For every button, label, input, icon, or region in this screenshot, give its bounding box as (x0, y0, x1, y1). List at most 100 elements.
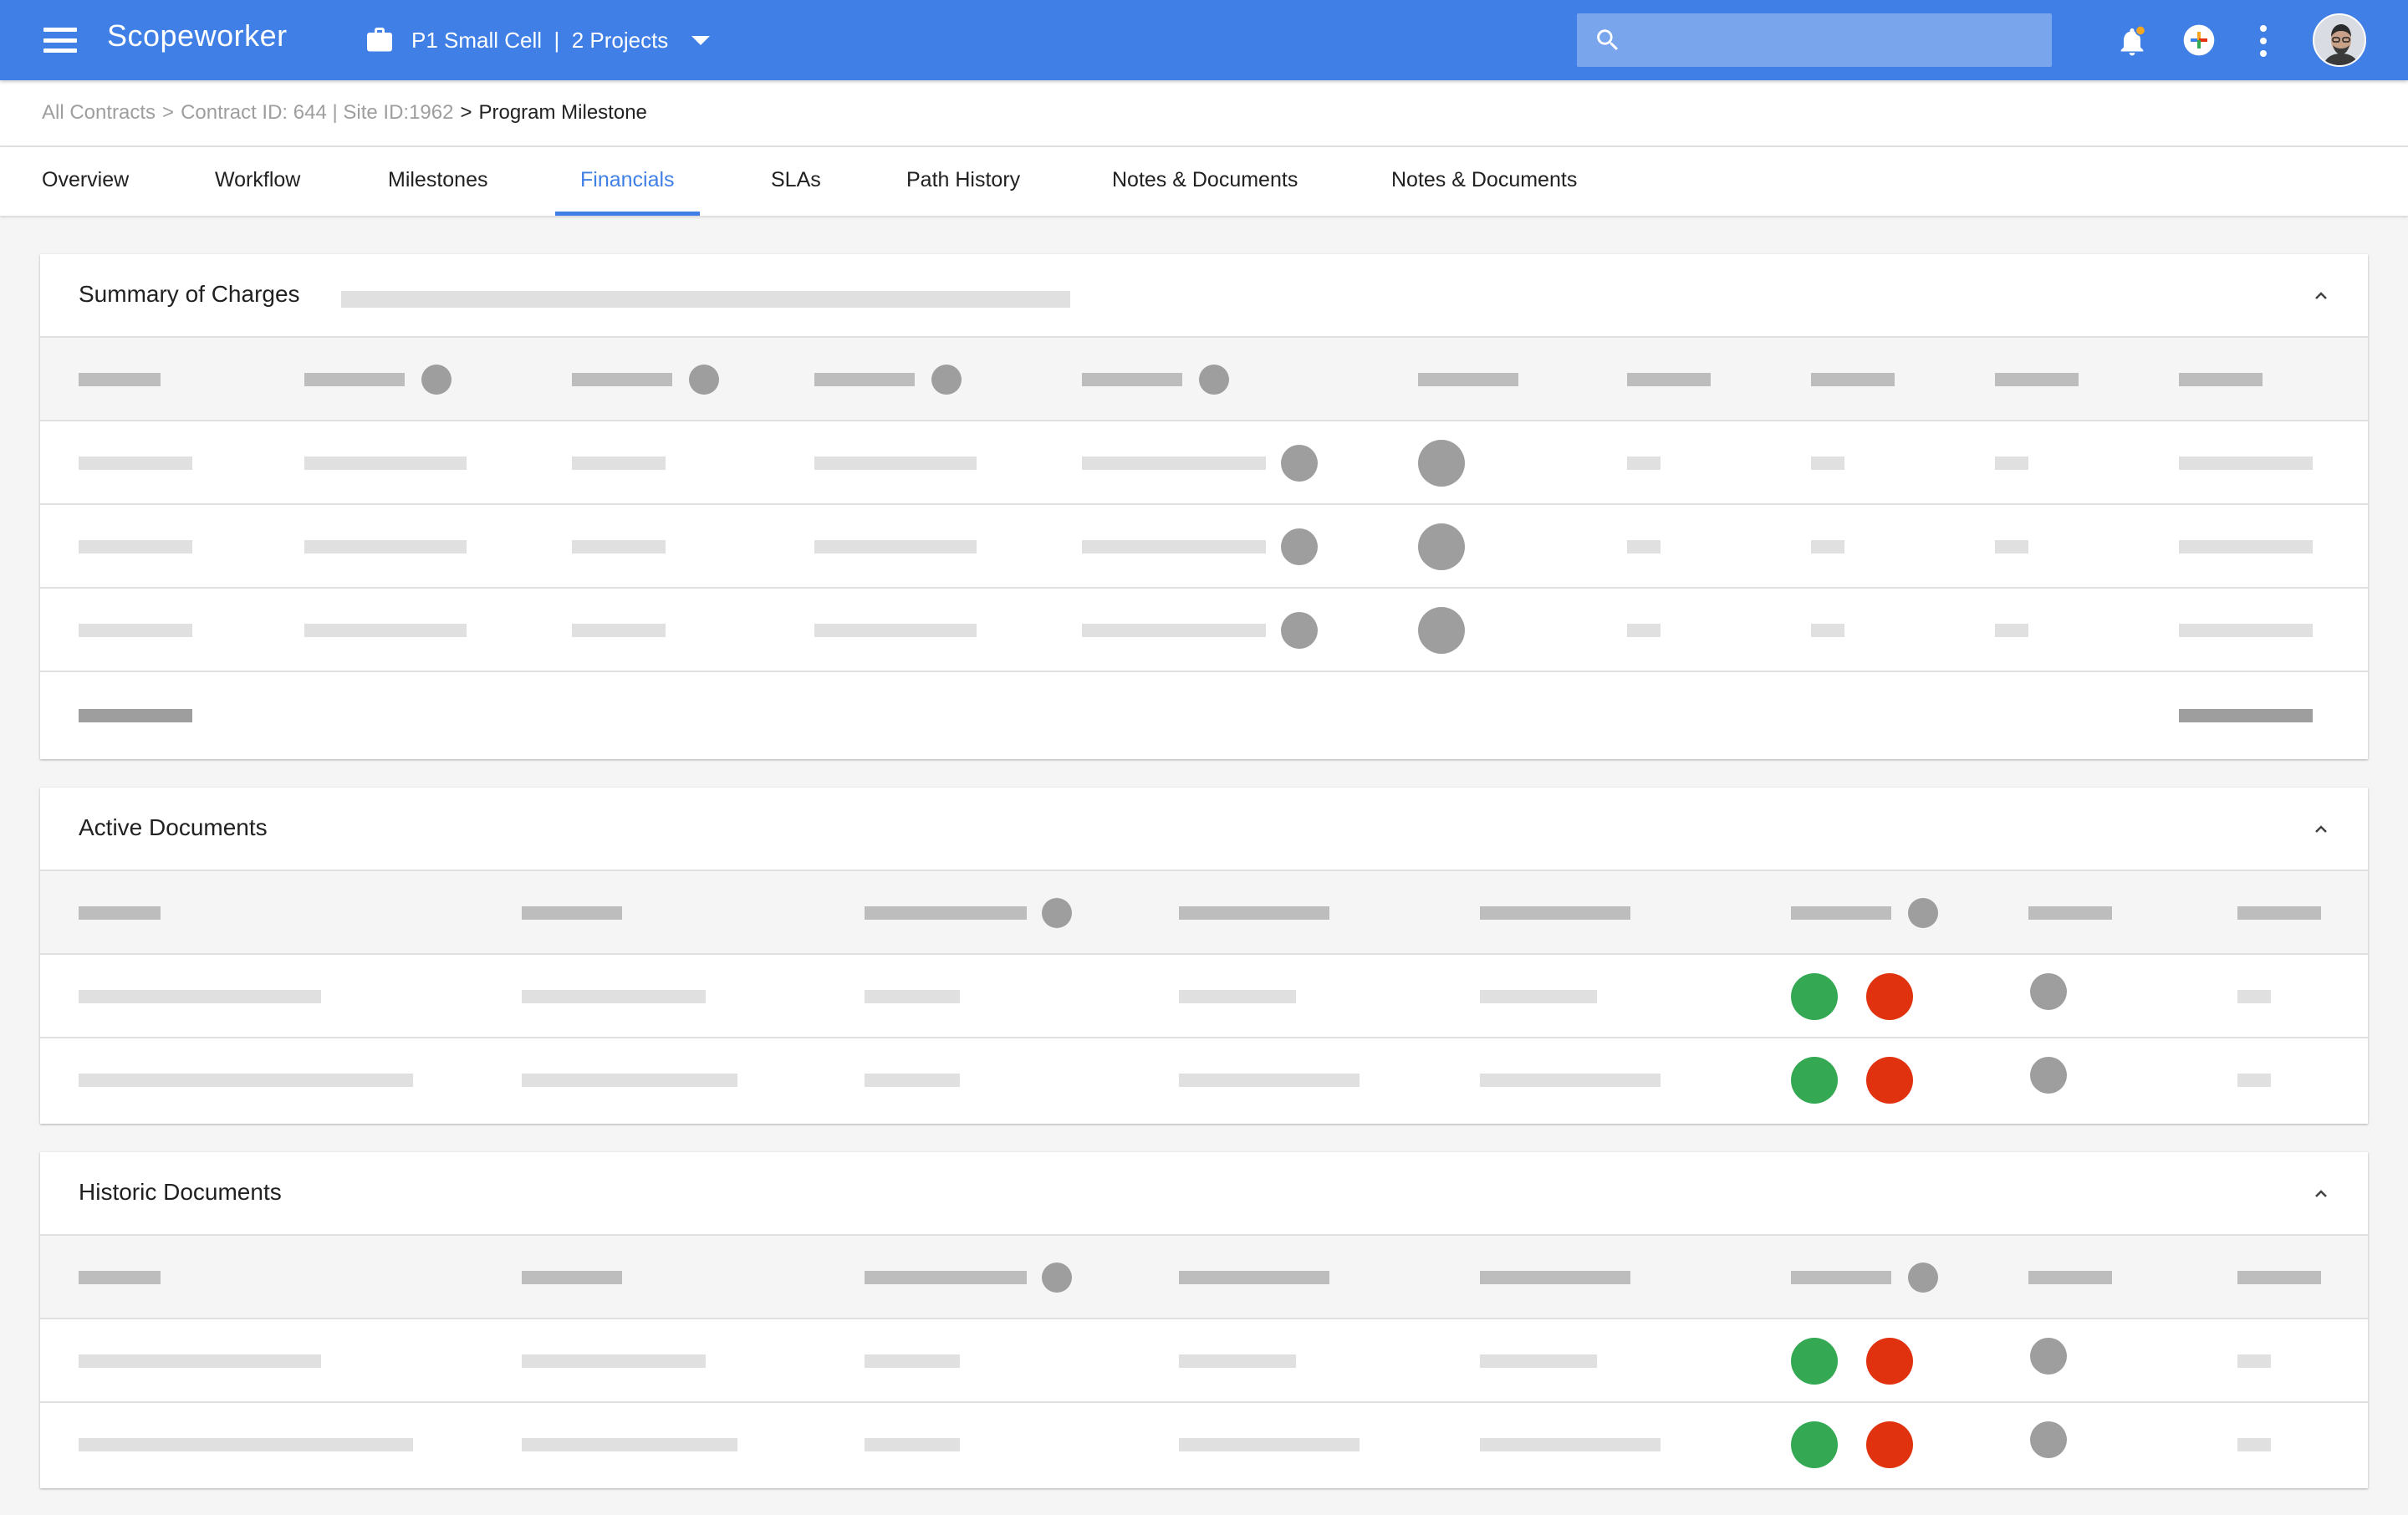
status-indicator[interactable] (1418, 607, 1465, 654)
reject-icon[interactable] (1866, 1338, 1913, 1385)
status-indicator[interactable] (2030, 1057, 2067, 1094)
tab-path-history[interactable]: Path History (906, 147, 1020, 216)
avatar[interactable] (2313, 13, 2366, 67)
chevron-up-icon[interactable] (2311, 819, 2331, 839)
sort-indicator[interactable] (1908, 1262, 1938, 1293)
sort-indicator[interactable] (1042, 898, 1072, 928)
status-indicator[interactable] (2030, 973, 2067, 1010)
cell-placeholder (1995, 624, 2028, 637)
cell-placeholder (79, 457, 192, 470)
status-indicator[interactable] (1418, 440, 1465, 487)
approve-icon[interactable] (1791, 1421, 1838, 1468)
header-placeholder (1179, 906, 1329, 920)
cell-placeholder (1995, 540, 2028, 553)
approve-icon[interactable] (1791, 973, 1838, 1020)
breadcrumb-separator: > (460, 101, 472, 124)
cell-placeholder (1811, 457, 1844, 470)
header-placeholder (2179, 373, 2263, 386)
search-icon[interactable] (1594, 26, 1622, 54)
status-indicator[interactable] (2030, 1421, 2067, 1458)
header-placeholder[interactable] (865, 906, 1027, 920)
sort-indicator[interactable] (1908, 898, 1938, 928)
card-title: Summary of Charges (79, 281, 300, 307)
approve-icon[interactable] (1791, 1338, 1838, 1385)
status-indicator[interactable] (1418, 523, 1465, 570)
breadcrumb-separator: > (162, 101, 175, 124)
cell-placeholder (1179, 1354, 1296, 1368)
header-placeholder[interactable] (865, 1271, 1027, 1284)
table-row[interactable] (40, 1319, 2368, 1403)
reject-icon[interactable] (1866, 1421, 1913, 1468)
cell-placeholder (572, 540, 666, 553)
header-placeholder (522, 1271, 622, 1284)
header-placeholder[interactable] (304, 373, 405, 386)
header-placeholder (2028, 1271, 2112, 1284)
cell-placeholder (1995, 457, 2028, 470)
sort-indicator[interactable] (689, 365, 719, 395)
sort-indicator[interactable] (1199, 365, 1229, 395)
cell-placeholder (814, 540, 977, 553)
status-indicator[interactable] (2030, 1338, 2067, 1375)
table-row[interactable] (40, 955, 2368, 1038)
breadcrumb-contract[interactable]: Contract ID: 644 | Site ID:1962 (181, 101, 453, 125)
header-placeholder (79, 906, 161, 920)
cell-placeholder (2179, 457, 2313, 470)
status-indicator[interactable] (1281, 528, 1318, 565)
sort-indicator[interactable] (421, 365, 452, 395)
search-input[interactable] (1622, 13, 2052, 67)
header-placeholder (522, 906, 622, 920)
table-row[interactable] (40, 505, 2368, 589)
cell-placeholder (865, 990, 960, 1003)
cell-placeholder (79, 990, 321, 1003)
app-title: Scopeworker (107, 18, 288, 53)
table-row[interactable] (40, 421, 2368, 505)
header-placeholder[interactable] (814, 373, 915, 386)
sort-indicator[interactable] (931, 365, 962, 395)
search-box[interactable] (1577, 13, 2052, 67)
header-placeholder[interactable] (1791, 906, 1891, 920)
sort-indicator[interactable] (1042, 1262, 1072, 1293)
card-header: Active Documents (40, 788, 2368, 871)
reject-icon[interactable] (1866, 973, 1913, 1020)
header-placeholder (2237, 906, 2321, 920)
cell-placeholder (865, 1438, 960, 1451)
more-vert-icon[interactable] (2258, 25, 2269, 57)
tab-slas[interactable]: SLAs (771, 147, 821, 216)
tab-financials[interactable]: Financials (555, 147, 700, 216)
header-placeholder[interactable] (572, 373, 672, 386)
caret-down-icon[interactable] (691, 35, 711, 45)
cell-placeholder (2237, 1438, 2271, 1451)
header-placeholder (79, 373, 161, 386)
bell-icon[interactable] (2115, 23, 2149, 59)
add-circle-icon[interactable] (2182, 23, 2216, 57)
table-row[interactable] (40, 589, 2368, 672)
tab-notes-documents[interactable]: Notes & Documents (1112, 147, 1298, 216)
reject-icon[interactable] (1866, 1057, 1913, 1104)
cell-placeholder (522, 990, 706, 1003)
tab-notes-documents-2[interactable]: Notes & Documents (1391, 147, 1577, 216)
header-placeholder[interactable] (1082, 373, 1182, 386)
breadcrumb-all-contracts[interactable]: All Contracts (42, 101, 156, 125)
cell-placeholder (1480, 1074, 1661, 1087)
cell-placeholder (1179, 990, 1296, 1003)
chevron-up-icon[interactable] (2311, 1184, 2331, 1204)
cell-placeholder (2237, 1074, 2271, 1087)
cell-placeholder (79, 1354, 321, 1368)
status-indicator[interactable] (1281, 612, 1318, 649)
tab-bar: Overview Workflow Milestones Financials … (0, 147, 2408, 216)
table-row[interactable] (40, 1403, 2368, 1487)
tab-workflow[interactable]: Workflow (215, 147, 300, 216)
cell-placeholder (522, 1354, 706, 1368)
tab-overview[interactable]: Overview (42, 147, 129, 216)
cell-placeholder (865, 1354, 960, 1368)
project-selector[interactable]: P1 Small Cell | 2 Projects (365, 20, 711, 60)
table-row[interactable] (40, 1038, 2368, 1122)
tab-milestones[interactable]: Milestones (388, 147, 488, 216)
status-indicator[interactable] (1281, 445, 1318, 482)
menu-icon[interactable] (43, 28, 77, 53)
header-placeholder (1179, 1271, 1329, 1284)
cell-placeholder (304, 624, 467, 637)
header-placeholder[interactable] (1791, 1271, 1891, 1284)
chevron-up-icon[interactable] (2311, 286, 2331, 306)
approve-icon[interactable] (1791, 1057, 1838, 1104)
